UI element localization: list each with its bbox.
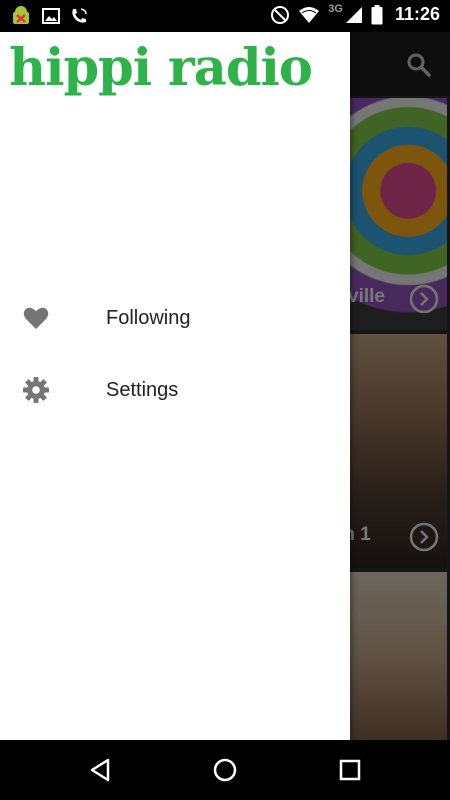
status-bar: 3G 11:26 <box>0 0 450 32</box>
screen: 3G 11:26 ville tion 1 <box>0 0 450 800</box>
battery-icon <box>371 4 383 24</box>
gear-icon <box>23 377 49 403</box>
signal-icon <box>345 6 362 23</box>
drawer-item-settings[interactable]: Settings <box>0 362 350 418</box>
back-icon[interactable] <box>86 756 114 784</box>
home-icon[interactable] <box>211 756 239 784</box>
drawer-item-label: Following <box>106 306 191 329</box>
clock: 11:26 <box>394 4 440 24</box>
notification-icons <box>10 5 88 27</box>
system-nav-bar <box>0 740 450 800</box>
heart-icon <box>23 307 49 329</box>
drawer-item-label: Settings <box>106 378 179 401</box>
brand-logo: hippi radio <box>9 38 313 98</box>
drawer-item-following[interactable]: Following <box>0 290 350 346</box>
wifi-icon <box>299 6 320 23</box>
recents-icon[interactable] <box>336 756 364 784</box>
android-debug-icon <box>13 6 29 24</box>
phone-call-icon <box>72 8 87 23</box>
navigation-drawer: hippi radio Following Settings <box>0 32 350 740</box>
image-icon <box>42 8 60 24</box>
do-not-disturb-icon <box>271 5 290 24</box>
network-type-label: 3G <box>328 2 343 15</box>
system-icons: 3G 11:26 <box>270 2 440 25</box>
